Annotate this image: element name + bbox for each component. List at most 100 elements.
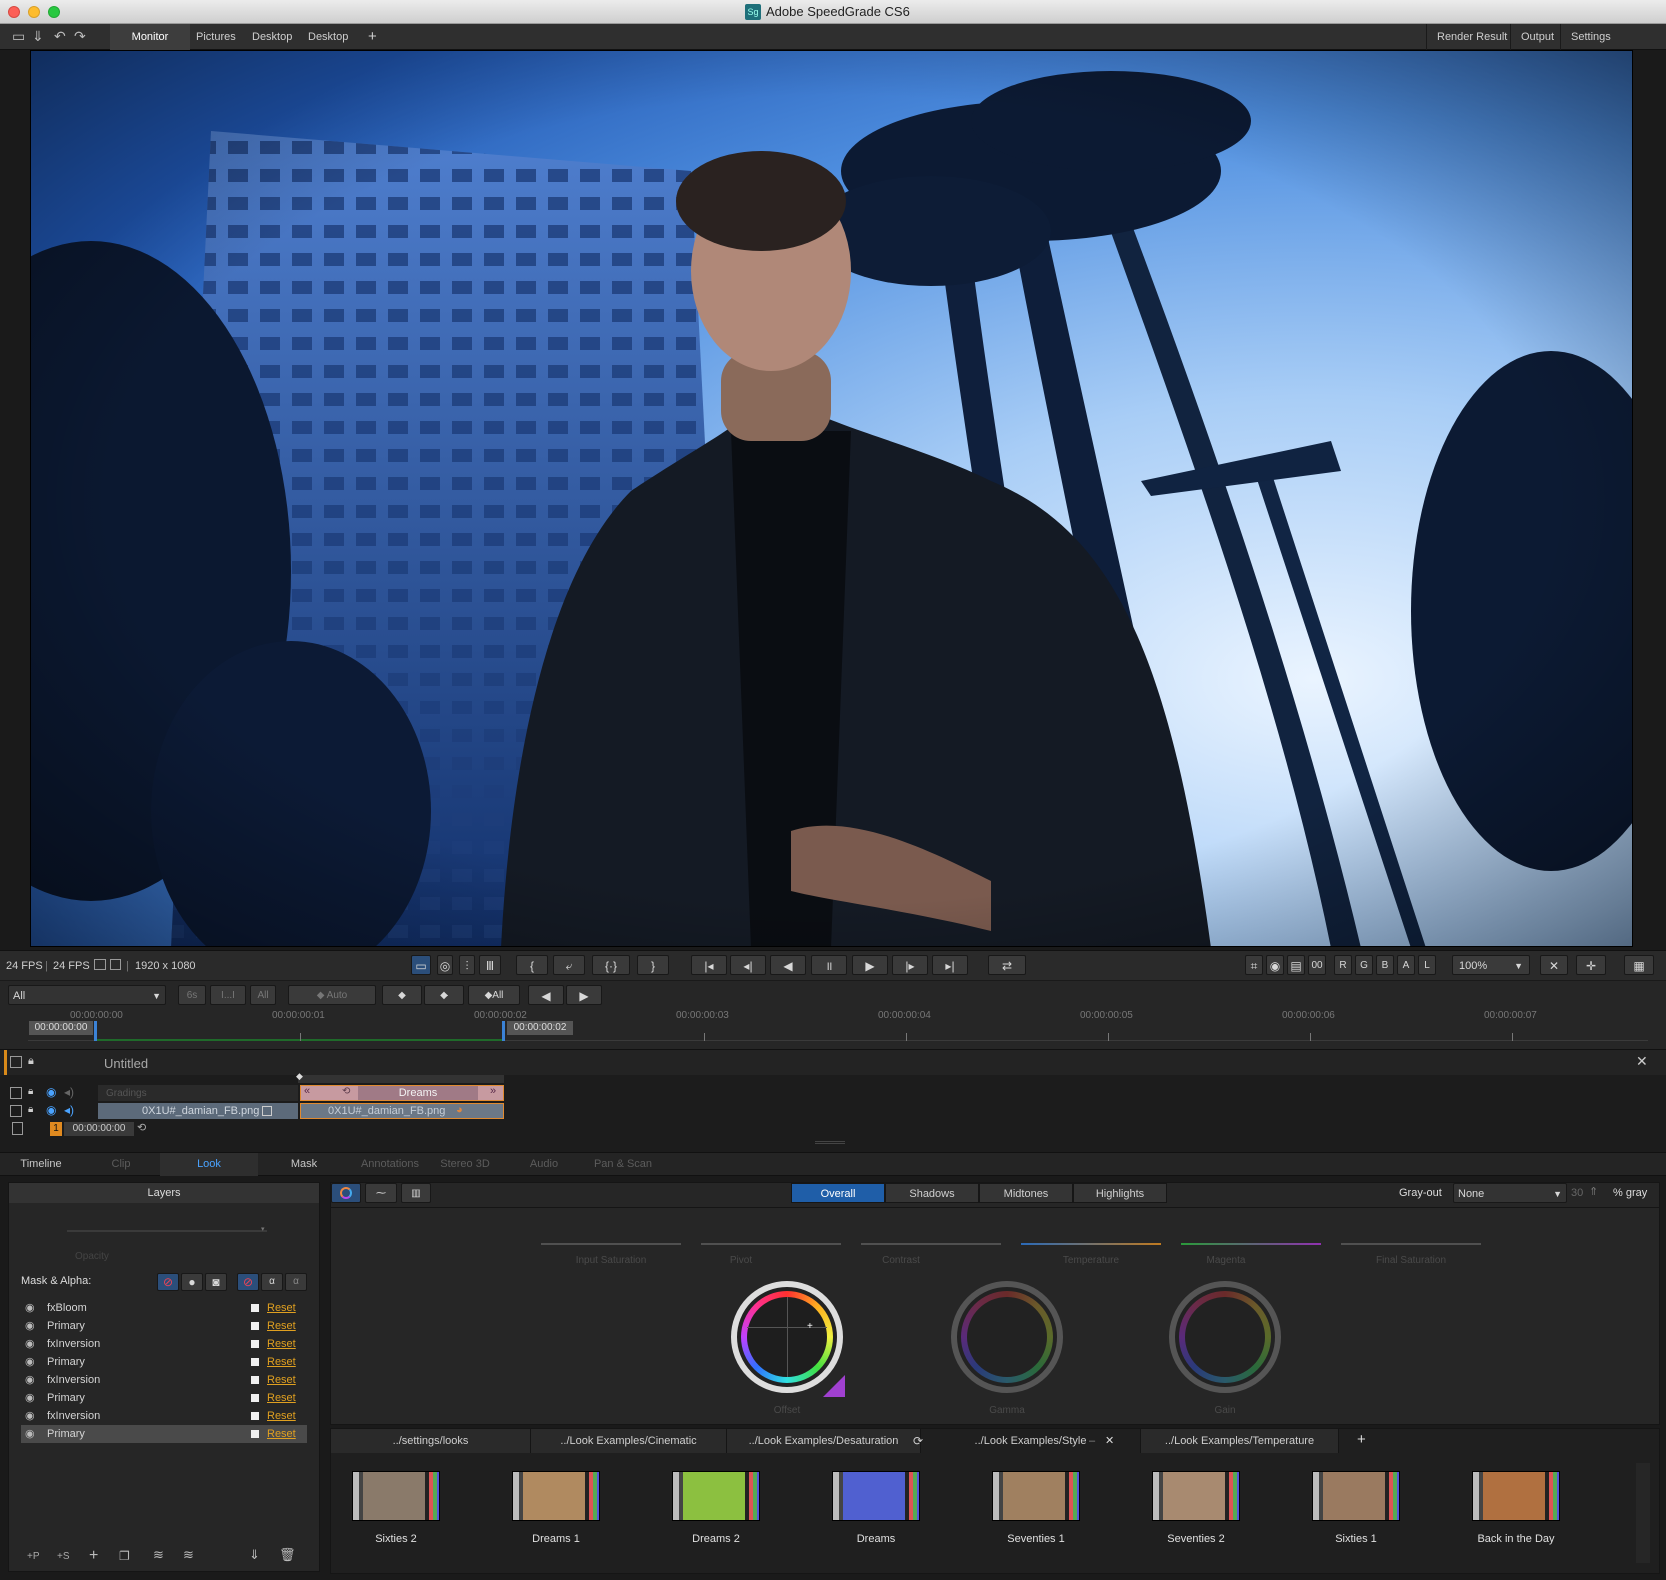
pivot-slider[interactable] — [701, 1243, 841, 1245]
remove-keyframe-button[interactable]: ◆̶ — [424, 985, 464, 1005]
out-point-marker[interactable] — [502, 1021, 505, 1041]
look-thumbnail[interactable]: Dreams 2 — [661, 1471, 771, 1545]
render-result-button[interactable]: Render Result — [1426, 24, 1517, 50]
zoom-select[interactable]: 100% ▼ — [1452, 955, 1530, 975]
overlay-icon[interactable]: ◉ — [1266, 955, 1284, 975]
zoom-all-button[interactable]: All — [250, 985, 276, 1005]
step-back-button[interactable]: ◂| — [730, 955, 766, 975]
reset-link[interactable]: Reset — [267, 1353, 296, 1371]
track-options-icon[interactable] — [10, 1105, 22, 1117]
magenta-slider[interactable] — [1181, 1243, 1321, 1245]
segment-highlights[interactable]: Highlights — [1073, 1183, 1167, 1203]
contrast-slider[interactable] — [861, 1243, 1001, 1245]
reset-link[interactable]: Reset — [267, 1389, 296, 1407]
slider-knob[interactable]: ▾ — [261, 1225, 265, 1233]
step-forward-button[interactable]: |▸ — [892, 955, 928, 975]
goto-in-button[interactable]: ⤶ — [553, 955, 585, 975]
tab-desktop-1[interactable]: Desktop — [242, 24, 302, 50]
segment-overall[interactable]: Overall — [791, 1183, 885, 1203]
mark-in-button[interactable]: { — [516, 955, 548, 975]
channel-b-button[interactable]: B — [1376, 955, 1394, 975]
look-thumbnail[interactable]: Sixties 2 — [341, 1471, 451, 1545]
layer-checkbox[interactable] — [251, 1304, 259, 1312]
mask-outside-icon[interactable]: ◙ — [205, 1273, 227, 1291]
gamma-wheel[interactable] — [951, 1281, 1063, 1393]
segment-shadows[interactable]: Shadows — [885, 1183, 979, 1203]
add-layer-icon[interactable]: + — [89, 1547, 98, 1565]
channel-l-button[interactable]: L — [1418, 955, 1436, 975]
fit-screen-icon[interactable]: ✕ — [1540, 955, 1568, 975]
tab-monitor[interactable]: Monitor — [110, 24, 190, 50]
in-point-marker[interactable] — [94, 1021, 97, 1041]
layer-checkbox[interactable] — [251, 1394, 259, 1402]
tab-pan-scan[interactable]: Pan & Scan — [588, 1153, 658, 1176]
pause-button[interactable]: ॥ — [811, 955, 847, 975]
tab-audio[interactable]: Audio — [500, 1153, 588, 1176]
look-thumbnail[interactable]: Seventies 1 — [981, 1471, 1091, 1545]
step-icon[interactable]: ⫶ — [459, 955, 475, 975]
mask-off-icon[interactable]: ⊘ — [157, 1273, 179, 1291]
look-thumbnail[interactable]: Seventies 2 — [1141, 1471, 1251, 1545]
channel-r-button[interactable]: R — [1334, 955, 1352, 975]
layer-checkbox[interactable] — [251, 1376, 259, 1384]
monitor-viewer[interactable] — [30, 50, 1633, 947]
reset-link[interactable]: Reset — [267, 1299, 296, 1317]
merge-up-icon[interactable]: ≋ — [153, 1547, 164, 1563]
alpha-off-icon[interactable]: ⊘ — [237, 1273, 259, 1291]
layer-checkbox[interactable] — [251, 1322, 259, 1330]
minimize-icon[interactable]: – — [1089, 1429, 1095, 1453]
add-look-tab-icon[interactable]: + — [1357, 1431, 1366, 1448]
eye-icon[interactable]: ◉ — [25, 1407, 35, 1425]
loop-mode-button[interactable]: ▭ — [411, 955, 431, 975]
add-primary-button[interactable]: +P — [27, 1551, 40, 1562]
layout-grid-icon[interactable]: ▦ — [1624, 955, 1654, 975]
keyframe-all-button[interactable]: ◆All — [468, 985, 520, 1005]
speaker-icon[interactable]: ◂) — [64, 1085, 74, 1099]
add-keyframe-button[interactable]: ◆ — [382, 985, 422, 1005]
loop-button[interactable]: ⇄ — [988, 955, 1026, 975]
layer-row[interactable]: ◉ fxBloom Reset — [21, 1299, 307, 1317]
curves-icon[interactable]: ⁓ — [365, 1183, 397, 1203]
look-thumbnail[interactable]: Dreams — [821, 1471, 931, 1545]
eye-icon[interactable]: ◉ — [25, 1389, 35, 1407]
reset-link[interactable]: Reset — [267, 1425, 296, 1443]
look-tab-cinematic[interactable]: ../Look Examples/Cinematic — [531, 1429, 727, 1453]
trash-icon[interactable]: 🗑︎ — [279, 1547, 296, 1563]
close-window-button[interactable] — [8, 6, 20, 18]
goto-start-button[interactable]: |◂ — [691, 955, 727, 975]
refresh-icon[interactable]: ⟳ — [913, 1429, 923, 1453]
minimize-window-button[interactable] — [28, 6, 40, 18]
eye-icon[interactable]: ◉ — [25, 1425, 35, 1443]
eye-icon[interactable]: ◉ — [25, 1371, 35, 1389]
track-options-icon[interactable] — [10, 1056, 22, 1068]
save-frame-icon[interactable] — [110, 959, 121, 970]
reset-link[interactable]: Reset — [267, 1371, 296, 1389]
tab-stereo-3d[interactable]: Stereo 3D — [430, 1153, 500, 1176]
segment-midtones[interactable]: Midtones — [979, 1183, 1073, 1203]
safe-area-icon[interactable]: ▤ — [1287, 955, 1305, 975]
eye-icon[interactable]: ◉ — [46, 1103, 56, 1117]
output-button[interactable]: Output — [1510, 24, 1564, 50]
eye-icon[interactable]: ◉ — [46, 1085, 56, 1099]
layer-row-selected[interactable]: ◉ Primary Reset — [21, 1425, 307, 1443]
channel-g-button[interactable]: G — [1355, 955, 1373, 975]
settings-button[interactable]: Settings — [1560, 24, 1621, 50]
layer-row[interactable]: ◉ Primary Reset — [21, 1353, 307, 1371]
tab-annotations[interactable]: Annotations — [350, 1153, 430, 1176]
alpha-out-icon[interactable]: α — [285, 1273, 307, 1291]
layer-checkbox[interactable] — [251, 1430, 259, 1438]
look-tab-temperature[interactable]: ../Look Examples/Temperature — [1141, 1429, 1339, 1453]
crosshair-icon[interactable]: ✛ — [1576, 955, 1606, 975]
tab-pictures[interactable]: Pictures — [186, 24, 246, 50]
open-folder-icon[interactable]: ▭ — [12, 28, 25, 45]
tab-mask[interactable]: Mask — [258, 1153, 350, 1176]
gain-wheel[interactable] — [1169, 1281, 1281, 1393]
tab-look[interactable]: Look — [160, 1153, 258, 1176]
mark-clip-button[interactable]: {·} — [592, 955, 630, 975]
fps-icon[interactable]: 00 — [1308, 955, 1326, 975]
reset-link[interactable]: Reset — [267, 1407, 296, 1425]
in-point-timecode[interactable]: 00:00:00:00 — [29, 1021, 93, 1035]
offset-corner-handle[interactable] — [823, 1375, 845, 1397]
merge-down-icon[interactable]: ≋ — [183, 1547, 194, 1563]
layer-row[interactable]: ◉ fxInversion Reset — [21, 1335, 307, 1353]
